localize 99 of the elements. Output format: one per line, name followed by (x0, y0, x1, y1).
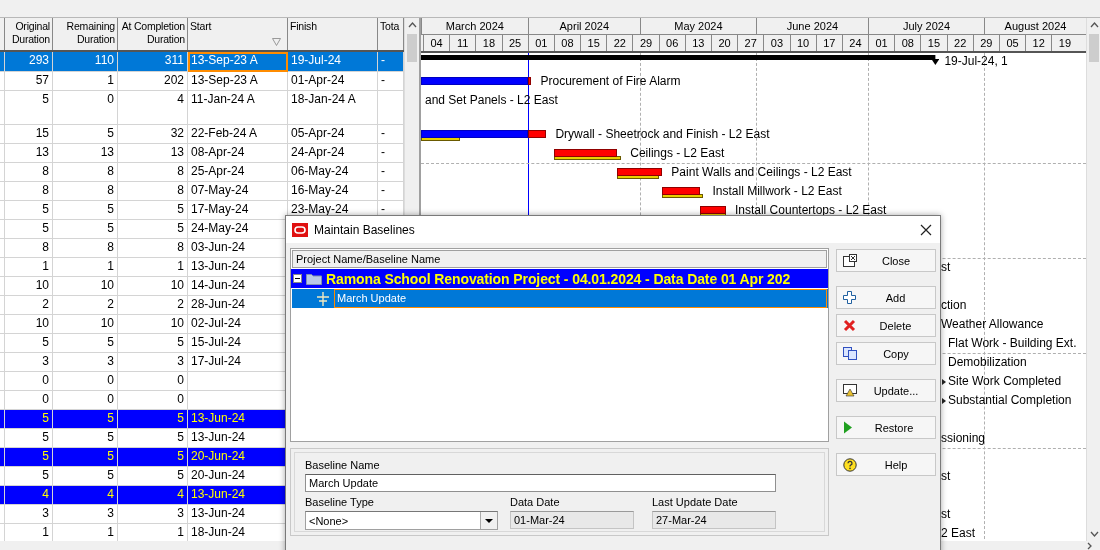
collapse-icon[interactable] (293, 274, 302, 283)
week-header: 08 (894, 35, 921, 51)
bar-label: st (941, 260, 951, 274)
bar-label: 2 East (941, 526, 976, 540)
dialog-button[interactable]: Close (836, 249, 936, 272)
month-header: June 2024 (755, 18, 869, 34)
scroll-right-icon[interactable] (1086, 541, 1094, 550)
bar-label: Ceilings - L2 East (630, 146, 725, 160)
week-header: 20 (710, 35, 738, 51)
week-header: 29 (632, 35, 659, 51)
week-header: 12 (1025, 35, 1052, 51)
week-header: 15 (580, 35, 607, 51)
bar-label: Site Work Completed (948, 374, 1062, 388)
bar-label: Demobilization (948, 355, 1027, 369)
bar-label: Paint Walls and Ceilings - L2 East (671, 165, 852, 179)
field-label: Baseline Type (305, 496, 375, 508)
week-header: 24 (841, 35, 869, 51)
bar-label: Drywall - Sheetrock and Finish - L2 East (555, 127, 770, 141)
bar-label: ction (941, 298, 967, 312)
bar-label: Weather Allowance (941, 317, 1044, 331)
column-header[interactable]: At Completion Duration (118, 18, 188, 50)
table-cell: 13-Sep-23 A (188, 52, 288, 72)
activity-row[interactable]: 13 13 13 08-Apr-24 24-Apr-24 - (0, 144, 404, 163)
month-header: July 2024 (868, 18, 984, 34)
scroll-thumb[interactable] (407, 34, 417, 62)
folder-icon (306, 272, 322, 285)
field-label: Data Date (510, 496, 561, 508)
scrollbar[interactable] (1086, 18, 1100, 541)
bar-label: Procurement of Fire Alarm (540, 74, 681, 88)
bar-label: Flat Work - Building Ext. (948, 336, 1077, 350)
delete-icon (843, 319, 856, 332)
month-header: April 2024 (527, 18, 640, 34)
type-dropdown[interactable]: <None> (305, 511, 498, 530)
dialog-button[interactable]: Copy (836, 342, 936, 365)
dialog-button[interactable]: Help (836, 453, 936, 476)
play-icon (843, 421, 853, 434)
activity-row[interactable]: 8 8 8 07-May-24 16-May-24 - (0, 182, 404, 201)
bar-label: Substantial Completion (948, 393, 1072, 407)
project-row[interactable]: Ramona School Renovation Project - 04.01.2024 - Data Date 01 Apr 202 (291, 269, 828, 288)
column-header[interactable]: Remaining Duration (53, 18, 118, 50)
week-header: 01 (868, 35, 895, 51)
bar-label: st (941, 507, 951, 521)
bar-label: Install Millwork - L2 East (712, 184, 842, 198)
monitor-icon (843, 384, 857, 397)
bar-label: st (941, 469, 951, 483)
week-header: 08 (553, 35, 581, 51)
month-header: March 2024 (421, 18, 528, 34)
activity-row[interactable]: 5 5 5 17-May-24 23-May-24 - (0, 201, 404, 220)
remaining-bar (662, 187, 700, 195)
copy-icon (843, 347, 857, 360)
bar-label: 19-Jul-24, 1 (944, 54, 1008, 68)
plus-icon (843, 291, 856, 304)
remaining-bar (527, 130, 547, 138)
close-window-icon (843, 254, 857, 267)
week-header: 05 (998, 35, 1026, 51)
field-label: Last Update Date (652, 496, 739, 508)
column-header[interactable]: Start (188, 18, 288, 50)
week-header: 15 (920, 35, 947, 51)
input-field[interactable]: March Update (305, 474, 776, 492)
remaining-bar (699, 206, 726, 214)
activity-row[interactable]: 57 1 202 13-Sep-23 A 01-Apr-24 - (0, 72, 404, 91)
week-header: 06 (658, 35, 685, 51)
app-icon (292, 222, 308, 237)
column-header[interactable]: Original Duration (5, 18, 53, 50)
week-header: 27 (737, 35, 764, 51)
week-header: 18 (475, 35, 502, 51)
week-header: 03 (763, 35, 790, 51)
activity-row[interactable]: 5 0 4 11-Jan-24 A 18-Jan-24 A (0, 91, 404, 125)
bar-label: Install Countertops - L2 East (734, 203, 887, 217)
scroll-thumb[interactable] (1089, 34, 1099, 62)
remaining-bar (553, 149, 618, 157)
week-header: 10 (789, 35, 816, 51)
dialog-button[interactable]: Restore (836, 416, 936, 439)
column-header[interactable]: Finish (288, 18, 378, 50)
week-header: 13 (684, 35, 711, 51)
week-header: 22 (606, 35, 633, 51)
input-field[interactable]: 01-Mar-24 (510, 511, 634, 529)
week-header: 29 (972, 35, 999, 51)
dialog-button[interactable]: Update... (836, 379, 936, 402)
input-field[interactable]: 27-Mar-24 (652, 511, 776, 529)
month-header: May 2024 (639, 18, 756, 34)
week-header: 04 (423, 35, 450, 51)
activity-row[interactable]: 15 5 32 22-Feb-24 A 05-Apr-24 - (0, 125, 404, 144)
week-header: 11 (449, 35, 476, 51)
bar-label: ssioning (941, 431, 986, 445)
week-header: 17 (815, 35, 842, 51)
week-header: 22 (946, 35, 973, 51)
week-header: 19 (1051, 35, 1078, 51)
activity-row[interactable]: 293 110 311 13-Sep-23 A 19-Jul-24 - (0, 52, 404, 72)
baseline-icon (316, 291, 330, 306)
remaining-bar (527, 77, 532, 85)
dialog-button[interactable]: Add (836, 286, 936, 309)
help-icon (843, 457, 857, 472)
remaining-bar (617, 168, 663, 176)
activity-row[interactable]: 8 8 8 25-Apr-24 06-May-24 - (0, 163, 404, 182)
column-header: Project Name/Baseline Name (292, 250, 827, 268)
week-header: 01 (527, 35, 554, 51)
week-header: 25 (501, 35, 528, 51)
dialog-button[interactable]: Delete (836, 314, 936, 337)
